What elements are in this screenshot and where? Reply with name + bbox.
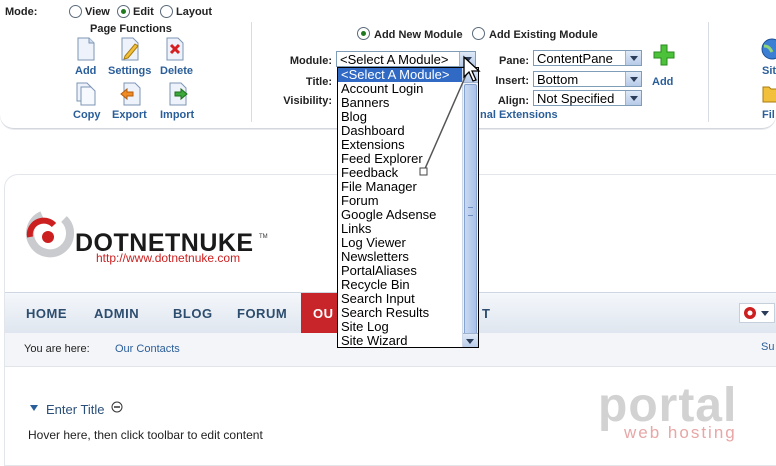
settings-page-button[interactable]: Settings bbox=[108, 65, 151, 77]
nav-blog[interactable]: BLOG bbox=[173, 306, 213, 321]
mode-label: Mode: bbox=[5, 6, 38, 18]
chevron-down-icon bbox=[466, 339, 474, 344]
align-select-arrow-icon[interactable] bbox=[625, 91, 641, 105]
title-label: Title: bbox=[305, 76, 332, 88]
pane-select-arrow-icon[interactable] bbox=[625, 51, 641, 65]
copy-page-button[interactable]: Copy bbox=[73, 109, 101, 121]
breadcrumb-label: You are here: bbox=[24, 343, 90, 355]
add-page-icon[interactable] bbox=[75, 37, 97, 61]
file-manager-label[interactable]: Fil bbox=[762, 109, 775, 121]
collapse-icon[interactable] bbox=[111, 401, 123, 413]
dropdown-option[interactable]: Log Viewer bbox=[338, 236, 478, 250]
breadcrumb-link[interactable]: Our Contacts bbox=[115, 343, 180, 355]
add-page-button[interactable]: Add bbox=[75, 65, 96, 77]
add-existing-module-radio[interactable] bbox=[472, 27, 485, 40]
export-page-icon[interactable] bbox=[119, 82, 141, 106]
align-select-value: Not Specified bbox=[537, 91, 615, 106]
import-page-button[interactable]: Import bbox=[160, 109, 194, 121]
nav-partial-item[interactable]: T bbox=[482, 306, 490, 321]
language-selector[interactable] bbox=[739, 303, 775, 323]
divider bbox=[708, 22, 709, 122]
dropdown-option[interactable]: Newsletters bbox=[338, 250, 478, 264]
module-title[interactable]: Enter Title bbox=[46, 402, 105, 417]
scroll-down-arrow-icon[interactable] bbox=[463, 333, 478, 347]
flag-icon bbox=[744, 307, 756, 319]
file-manager-icon[interactable] bbox=[762, 83, 776, 103]
nav-our-contacts[interactable]: OU bbox=[313, 306, 334, 321]
dnn-logo-icon bbox=[26, 211, 74, 258]
mode-layout-label[interactable]: Layout bbox=[176, 6, 212, 18]
add-new-module-radio[interactable] bbox=[357, 27, 370, 40]
mode-view-radio[interactable] bbox=[69, 5, 82, 18]
mode-edit-radio[interactable] bbox=[117, 5, 130, 18]
mouse-cursor-icon bbox=[463, 55, 481, 82]
divider bbox=[251, 22, 252, 122]
pane-select-value: ContentPane bbox=[537, 51, 613, 66]
dropdown-option[interactable]: Search Results bbox=[338, 306, 478, 320]
dropdown-option[interactable]: PortalAliases bbox=[338, 264, 478, 278]
breadcrumb-right-link[interactable]: Su bbox=[761, 341, 774, 353]
copy-page-icon[interactable] bbox=[75, 82, 97, 106]
insert-select-value: Bottom bbox=[537, 72, 579, 87]
mode-view-label[interactable]: View bbox=[85, 6, 110, 18]
nav-active-tab[interactable]: OU bbox=[301, 293, 341, 333]
site-settings-icon[interactable] bbox=[760, 38, 776, 60]
mode-layout-radio[interactable] bbox=[160, 5, 173, 18]
dropdown-option[interactable]: Search Input bbox=[338, 292, 478, 306]
nav-admin[interactable]: ADMIN bbox=[94, 306, 139, 321]
dropdown-option[interactable]: Forum bbox=[338, 194, 478, 208]
align-select[interactable]: Not Specified bbox=[533, 90, 642, 106]
visibility-label: Visibility: bbox=[283, 95, 332, 107]
delete-page-button[interactable]: Delete bbox=[160, 65, 193, 77]
dropdown-option[interactable]: Site Wizard bbox=[338, 334, 478, 348]
insert-select[interactable]: Bottom bbox=[533, 71, 642, 87]
import-page-icon[interactable] bbox=[167, 82, 189, 106]
nav-forum[interactable]: FORUM bbox=[237, 306, 287, 321]
dropdown-option[interactable]: Recycle Bin bbox=[338, 278, 478, 292]
add-module-icon[interactable] bbox=[652, 43, 676, 67]
insert-select-arrow-icon[interactable] bbox=[625, 72, 641, 86]
export-page-button[interactable]: Export bbox=[112, 109, 147, 121]
page-functions-title: Page Functions bbox=[90, 23, 172, 35]
dropdown-option[interactable]: Site Log bbox=[338, 320, 478, 334]
settings-page-icon[interactable] bbox=[119, 37, 141, 61]
module-label: Module: bbox=[289, 55, 332, 67]
dropdown-option[interactable]: Links bbox=[338, 222, 478, 236]
chevron-down-icon bbox=[761, 311, 769, 316]
nav-home[interactable]: HOME bbox=[26, 306, 67, 321]
module-content-hint: Hover here, then click toolbar to edit c… bbox=[28, 428, 263, 442]
dropdown-option[interactable]: Google Adsense bbox=[338, 208, 478, 222]
mode-edit-label[interactable]: Edit bbox=[133, 6, 154, 18]
pane-select[interactable]: ContentPane bbox=[533, 50, 642, 66]
grip-icon bbox=[468, 207, 473, 216]
add-new-module-label[interactable]: Add New Module bbox=[374, 29, 463, 41]
module-actions-arrow-icon[interactable] bbox=[30, 405, 38, 411]
watermark-subtext: web hosting bbox=[624, 423, 737, 442]
site-settings-label[interactable]: Sit bbox=[762, 65, 776, 77]
logo-trademark: TM bbox=[259, 234, 268, 240]
extensions-link[interactable]: nal Extensions bbox=[480, 109, 558, 121]
delete-page-icon[interactable] bbox=[164, 37, 186, 61]
add-existing-module-label[interactable]: Add Existing Module bbox=[489, 29, 598, 41]
logo-url-link[interactable]: http://www.dotnetnuke.com bbox=[96, 251, 240, 265]
add-module-button[interactable]: Add bbox=[652, 76, 673, 88]
